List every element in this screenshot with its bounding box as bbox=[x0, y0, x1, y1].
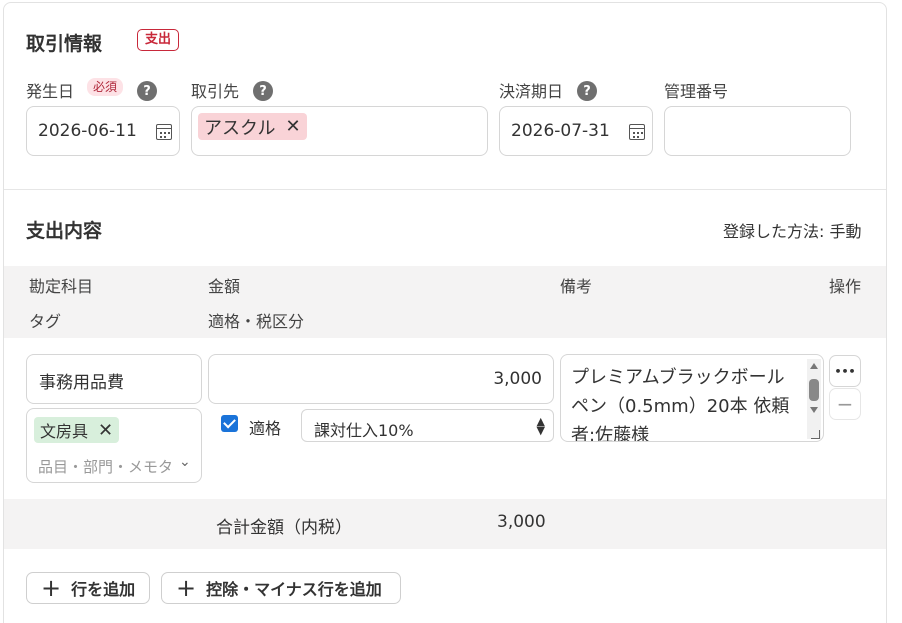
total-label: 合計金額（内税） bbox=[216, 518, 352, 538]
due-date-field[interactable]: 2026-07-31 bbox=[499, 106, 653, 156]
tag-field[interactable]: 文房具 ✕ 品目・部門・メモタグ ⌄ bbox=[26, 408, 202, 483]
section-title-expense: 支出内容 bbox=[26, 220, 103, 242]
account-value: 事務用品費 bbox=[39, 373, 124, 393]
issue-date-label: 発生日 bbox=[26, 82, 75, 101]
calendar-icon[interactable] bbox=[629, 124, 645, 140]
total-value: 3,000 bbox=[497, 512, 546, 532]
add-row-button[interactable]: + 行を追加 bbox=[26, 572, 150, 604]
amount-field[interactable]: 3,000 bbox=[208, 354, 554, 404]
header-remarks: 備考 bbox=[560, 277, 593, 296]
scroll-down-icon[interactable] bbox=[810, 407, 818, 413]
due-date-label: 決済期日 bbox=[499, 82, 564, 101]
remarks-scrollbar[interactable] bbox=[807, 359, 821, 439]
add-row-label: 行を追加 bbox=[71, 580, 136, 599]
tax-category-select[interactable]: 課対仕入10% ▲ ▼ bbox=[301, 409, 554, 442]
qualified-checkbox[interactable] bbox=[221, 415, 238, 432]
select-arrows-icon: ▲ ▼ bbox=[536, 415, 545, 437]
help-circle-icon[interactable]: ? bbox=[253, 81, 273, 101]
tax-category-value: 課対仕入10% bbox=[314, 421, 414, 440]
more-icon: ••• bbox=[834, 364, 856, 378]
table-header bbox=[4, 266, 886, 338]
partner-chip-label: アスクル bbox=[204, 117, 276, 139]
transaction-type-badge: 支出 bbox=[137, 29, 180, 51]
management-number-input[interactable] bbox=[664, 106, 851, 156]
tag-chip-label: 文房具 bbox=[40, 422, 89, 441]
account-field[interactable]: 事務用品費 bbox=[26, 354, 202, 404]
help-circle-icon[interactable]: ? bbox=[137, 81, 157, 101]
close-icon[interactable]: ✕ bbox=[98, 420, 113, 441]
calendar-icon[interactable] bbox=[156, 124, 172, 140]
tag-chip: 文房具 ✕ bbox=[34, 417, 120, 443]
qualified-label: 適格 bbox=[249, 419, 282, 438]
registration-method: 登録した方法: 手動 bbox=[723, 222, 862, 241]
issue-date-field[interactable]: 2026-06-11 bbox=[26, 106, 180, 156]
total-row bbox=[4, 499, 886, 549]
issue-date-value: 2026-06-11 bbox=[38, 121, 137, 141]
amount-value: 3,000 bbox=[493, 369, 542, 389]
chevron-down-icon[interactable]: ⌄ bbox=[179, 454, 191, 470]
plus-icon: + bbox=[41, 574, 62, 602]
remarks-value: プレミアムブラックボールペン（0.5mm）20本 依頼者:佐藤様 bbox=[571, 367, 790, 442]
help-circle-icon[interactable]: ? bbox=[577, 81, 597, 101]
section-title-transaction: 取引情報 bbox=[26, 33, 103, 55]
partner-field[interactable]: アスクル ✕ bbox=[191, 106, 488, 156]
management-number-label: 管理番号 bbox=[664, 82, 729, 101]
scroll-up-icon[interactable] bbox=[810, 363, 818, 369]
plus-icon: + bbox=[176, 574, 197, 602]
more-actions-button[interactable]: ••• bbox=[829, 355, 861, 387]
remarks-textarea[interactable]: プレミアムブラックボールペン（0.5mm）20本 依頼者:佐藤様 bbox=[560, 354, 824, 442]
header-tax: 適格・税区分 bbox=[208, 312, 305, 331]
due-date-value: 2026-07-31 bbox=[511, 121, 610, 141]
header-account: 勘定科目 bbox=[29, 277, 94, 296]
partner-label: 取引先 bbox=[191, 82, 240, 101]
header-action: 操作 bbox=[829, 277, 862, 296]
minus-icon: − bbox=[836, 392, 854, 416]
add-deduction-row-button[interactable]: + 控除・マイナス行を追加 bbox=[161, 572, 401, 604]
header-amount: 金額 bbox=[208, 277, 241, 296]
tag-placeholder: 品目・部門・メモタグ bbox=[38, 458, 174, 476]
add-deduction-row-label: 控除・マイナス行を追加 bbox=[206, 580, 382, 599]
section-divider bbox=[4, 189, 886, 190]
partner-chip: アスクル ✕ bbox=[198, 113, 307, 140]
header-tag: タグ bbox=[29, 312, 62, 331]
remove-row-button[interactable]: − bbox=[829, 388, 861, 420]
close-icon[interactable]: ✕ bbox=[285, 116, 300, 137]
required-badge: 必須 bbox=[87, 78, 124, 96]
resize-handle-icon[interactable] bbox=[811, 430, 820, 439]
scroll-thumb[interactable] bbox=[809, 379, 819, 401]
